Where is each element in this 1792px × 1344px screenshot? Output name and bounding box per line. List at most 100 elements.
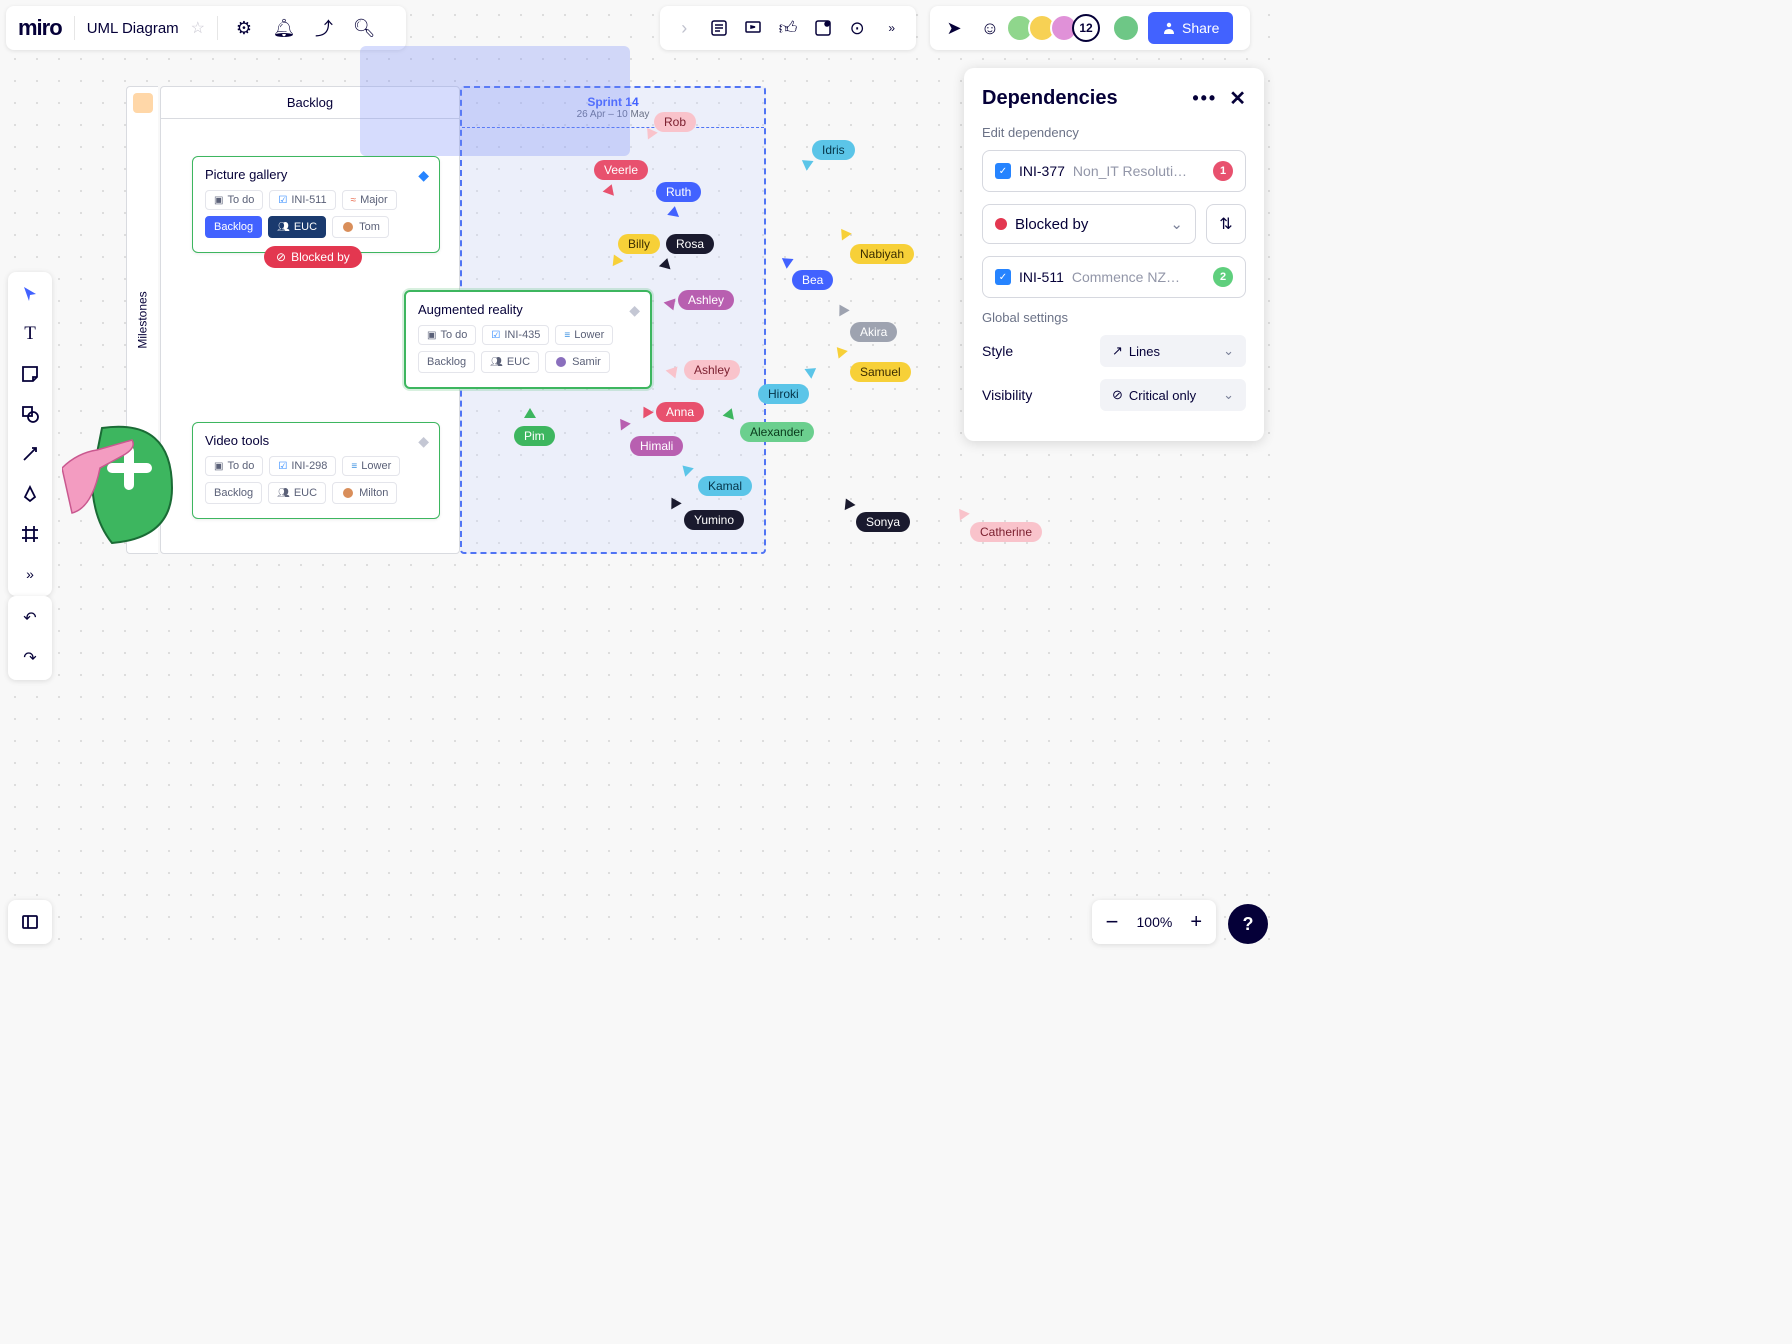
tag-assignee: Tom xyxy=(332,216,389,238)
alert-icon: ⊘ xyxy=(276,250,286,264)
cursor-arrow-icon xyxy=(524,408,536,418)
relation-select[interactable]: Blocked by ⌄ xyxy=(982,204,1196,244)
thumbs-up-icon[interactable]: 👍︎ xyxy=(778,14,799,42)
present-icon[interactable] xyxy=(743,14,764,42)
undo-button[interactable]: ↶ xyxy=(16,604,44,632)
avatar-self[interactable] xyxy=(1112,14,1140,42)
topbar-main: miro UML Diagram ☆ ⚙ 🔔︎ ⤴ 🔍︎ xyxy=(6,6,406,50)
jira-icon: ◆ xyxy=(418,167,429,184)
star-icon[interactable]: ☆ xyxy=(191,18,205,38)
share-button[interactable]: Share xyxy=(1148,12,1233,44)
cursor-akira: Akira xyxy=(850,322,897,342)
tag-team: 👥︎EUC xyxy=(481,351,539,373)
zoom-in-button[interactable]: + xyxy=(1190,911,1202,934)
topbar-tools: › 👍︎ ⊙ » xyxy=(660,6,916,50)
select-tool[interactable] xyxy=(16,280,44,308)
comment-icon[interactable] xyxy=(812,14,833,42)
milestones-label: Milestones xyxy=(136,291,150,348)
checkbox-icon: ✓ xyxy=(995,269,1011,285)
board-title[interactable]: UML Diagram xyxy=(87,20,179,37)
tag-assignee: Milton xyxy=(332,482,397,504)
settings-icon[interactable]: ⚙ xyxy=(230,14,258,42)
avatar-stack[interactable]: 12 xyxy=(1012,14,1100,42)
cursor-kamal: Kamal xyxy=(698,476,752,496)
search-icon[interactable]: 🔍︎ xyxy=(350,14,378,42)
cursor-pim: Pim xyxy=(514,426,555,446)
cursor-sonya: Sonya xyxy=(856,512,910,532)
ticket-card-picture-gallery[interactable]: ◆ Picture gallery ▣To do ☑INI-511 ≈Major… xyxy=(192,156,440,253)
style-select[interactable]: ↗ Lines ⌄ xyxy=(1100,335,1246,367)
ticket-card-video-tools[interactable]: ◆ Video tools ▣To do ☑INI-298 ≡Lower Bac… xyxy=(192,422,440,519)
avatar-overflow-count[interactable]: 12 xyxy=(1072,14,1100,42)
visibility-select[interactable]: ⊘ Critical only ⌄ xyxy=(1100,379,1246,411)
blocked-by-badge[interactable]: ⊘Blocked by xyxy=(264,246,362,268)
chevron-down-icon: ⌄ xyxy=(1170,215,1183,233)
tag-priority: ≡Lower xyxy=(555,325,613,345)
dependency-item-1[interactable]: ✓ INI-377 Non_IT Resoluti… 1 xyxy=(982,150,1246,192)
tag-id: ☑INI-435 xyxy=(482,325,549,345)
expand-icon[interactable]: › xyxy=(674,14,695,42)
hand-illustration xyxy=(62,418,182,548)
tag-team: 👥︎EUC xyxy=(268,216,326,238)
zoom-out-button[interactable]: − xyxy=(1106,909,1119,935)
cursor-veerle: Veerle xyxy=(594,160,648,180)
dependency-badge: 2 xyxy=(1213,267,1233,287)
topbar-collab: ➤ ☺ 12 Share xyxy=(930,6,1250,50)
tag-status: ▣To do xyxy=(205,190,263,210)
zoom-level[interactable]: 100% xyxy=(1137,914,1173,930)
tag-backlog: Backlog xyxy=(205,216,262,238)
export-icon[interactable]: ⤴ xyxy=(310,14,338,42)
dependencies-title: Dependencies xyxy=(982,87,1118,110)
reactions-icon[interactable]: ☺ xyxy=(976,14,1004,42)
cursor-ruth: Ruth xyxy=(656,182,701,202)
pen-tool[interactable] xyxy=(16,480,44,508)
cursor-idris: Idris xyxy=(812,140,855,160)
card-title: Picture gallery xyxy=(205,167,427,182)
notes-icon[interactable] xyxy=(709,14,730,42)
sprint-drop-zone[interactable] xyxy=(360,46,630,156)
dependency-badge: 1 xyxy=(1213,161,1233,181)
cursor-yumino: Yumino xyxy=(684,510,744,530)
line-tool[interactable] xyxy=(16,440,44,468)
more-icon[interactable]: » xyxy=(881,14,902,42)
timer-icon[interactable]: ⊙ xyxy=(847,14,868,42)
redo-button[interactable]: ↷ xyxy=(16,644,44,672)
alert-icon: ⊘ xyxy=(1112,387,1123,403)
cursor-anna: Anna xyxy=(656,402,704,422)
left-toolbar: T » xyxy=(8,272,52,596)
style-value: Lines xyxy=(1129,344,1160,359)
status-dot-icon xyxy=(995,218,1007,230)
edit-dependency-label: Edit dependency xyxy=(982,125,1246,140)
tag-id: ☑INI-511 xyxy=(269,190,335,210)
tag-backlog: Backlog xyxy=(205,482,262,504)
jira-icon: ◆ xyxy=(629,302,640,319)
shape-tool[interactable] xyxy=(16,400,44,428)
cursor-follow-icon[interactable]: ➤ xyxy=(940,14,968,42)
panel-toggle-button[interactable] xyxy=(8,900,52,944)
dependency-item-2[interactable]: ✓ INI-511 Commence NZ… 2 xyxy=(982,256,1246,298)
visibility-label: Visibility xyxy=(982,387,1032,403)
jira-icon: ◆ xyxy=(418,433,429,450)
dependency-name: Non_IT Resoluti… xyxy=(1073,163,1205,179)
notifications-icon[interactable]: 🔔︎ xyxy=(270,14,298,42)
ticket-card-augmented-reality[interactable]: ◆ Augmented reality ▣To do ☑INI-435 ≡Low… xyxy=(404,290,652,389)
text-tool[interactable]: T xyxy=(16,320,44,348)
cursor-hiroki: Hiroki xyxy=(758,384,809,404)
sticky-tool[interactable] xyxy=(16,360,44,388)
cursor-rosa: Rosa xyxy=(666,234,714,254)
line-icon: ↗ xyxy=(1112,343,1123,359)
logo[interactable]: miro xyxy=(18,15,62,41)
swap-direction-button[interactable]: ⇅ xyxy=(1206,204,1246,244)
global-settings-label: Global settings xyxy=(982,310,1246,325)
dependency-name: Commence NZ… xyxy=(1072,269,1205,285)
cursor-arrow-icon xyxy=(667,205,681,217)
chevron-down-icon: ⌄ xyxy=(1223,343,1234,359)
cursor-nabiyah: Nabiyah xyxy=(850,244,914,264)
help-button[interactable]: ? xyxy=(1228,904,1268,944)
frame-tool[interactable] xyxy=(16,520,44,548)
cursor-arrow-icon xyxy=(665,365,678,379)
more-tools[interactable]: » xyxy=(16,560,44,588)
cursor-ashley-2: Ashley xyxy=(684,360,740,380)
more-options-icon[interactable]: ••• xyxy=(1192,88,1217,109)
close-icon[interactable]: ✕ xyxy=(1229,86,1246,111)
